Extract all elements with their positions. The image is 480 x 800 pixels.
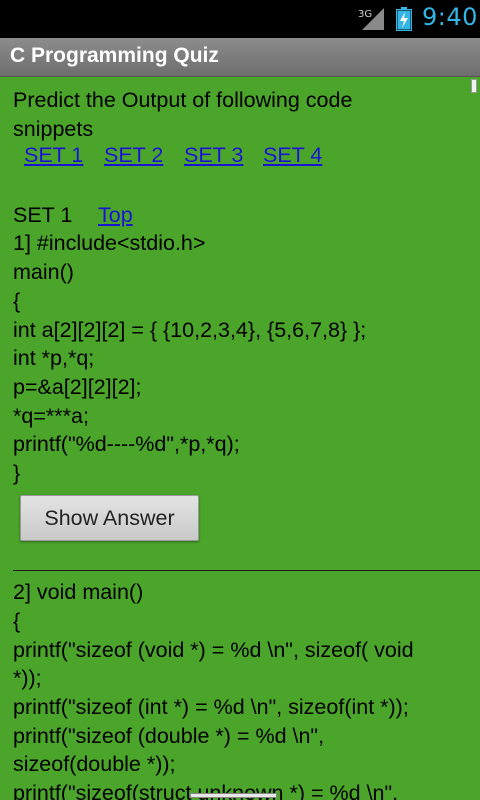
status-bar: 3G 9:40 — [0, 0, 480, 38]
show-answer-button[interactable]: Show Answer — [20, 495, 199, 541]
question1-line: int *p,*q; — [13, 346, 95, 370]
question2-line: printf("sizeof (double *) = %d \n", — [13, 724, 325, 748]
horizontal-scrollbar[interactable] — [190, 793, 277, 798]
status-clock: 9:40 — [422, 3, 478, 31]
set-3-link[interactable]: SET 3 — [184, 143, 243, 168]
top-link[interactable]: Top — [98, 201, 133, 229]
question1-line: { — [13, 289, 21, 313]
set-1-link[interactable]: SET 1 — [24, 143, 83, 168]
question2-line: sizeof(double *)); — [13, 752, 176, 776]
question-separator — [13, 570, 480, 571]
app-title: C Programming Quiz — [10, 44, 219, 67]
intro-line-2: snippets — [13, 117, 94, 141]
question2-line: printf("sizeof (int *) = %d \n", sizeof(… — [13, 695, 409, 719]
question1-line: printf("%d----%d",*p,*q); — [13, 432, 240, 456]
intro-line-1: Predict the Output of following code — [13, 88, 353, 112]
question1-line: 1] #include<stdio.h> — [13, 231, 206, 255]
vertical-scrollbar[interactable] — [471, 79, 477, 93]
question2-line: 2] void main() — [13, 580, 144, 604]
quiz-content[interactable]: Predict the Output of following code sni… — [0, 77, 480, 800]
question2-line: printf("sizeof (void *) = %d \n", sizeof… — [13, 638, 414, 662]
svg-text:3G: 3G — [358, 9, 372, 20]
question1-line: p=&a[2][2][2]; — [13, 375, 142, 399]
question1-line: int a[2][2][2] = { {10,2,3,4}, {5,6,7,8}… — [13, 318, 367, 342]
question1-line: *q=***a; — [13, 404, 89, 428]
question2-line: { — [13, 609, 21, 633]
action-bar: C Programming Quiz — [0, 38, 480, 77]
signal-3g-icon: 3G — [358, 8, 384, 30]
question1-line: } — [13, 461, 21, 485]
question1-line: main() — [13, 260, 74, 284]
battery-charging-icon — [396, 7, 412, 31]
set-2-link[interactable]: SET 2 — [104, 143, 163, 168]
set-4-link[interactable]: SET 4 — [263, 143, 322, 168]
section-heading: SET 1 — [13, 203, 73, 227]
question2-line: *)); — [13, 666, 42, 690]
